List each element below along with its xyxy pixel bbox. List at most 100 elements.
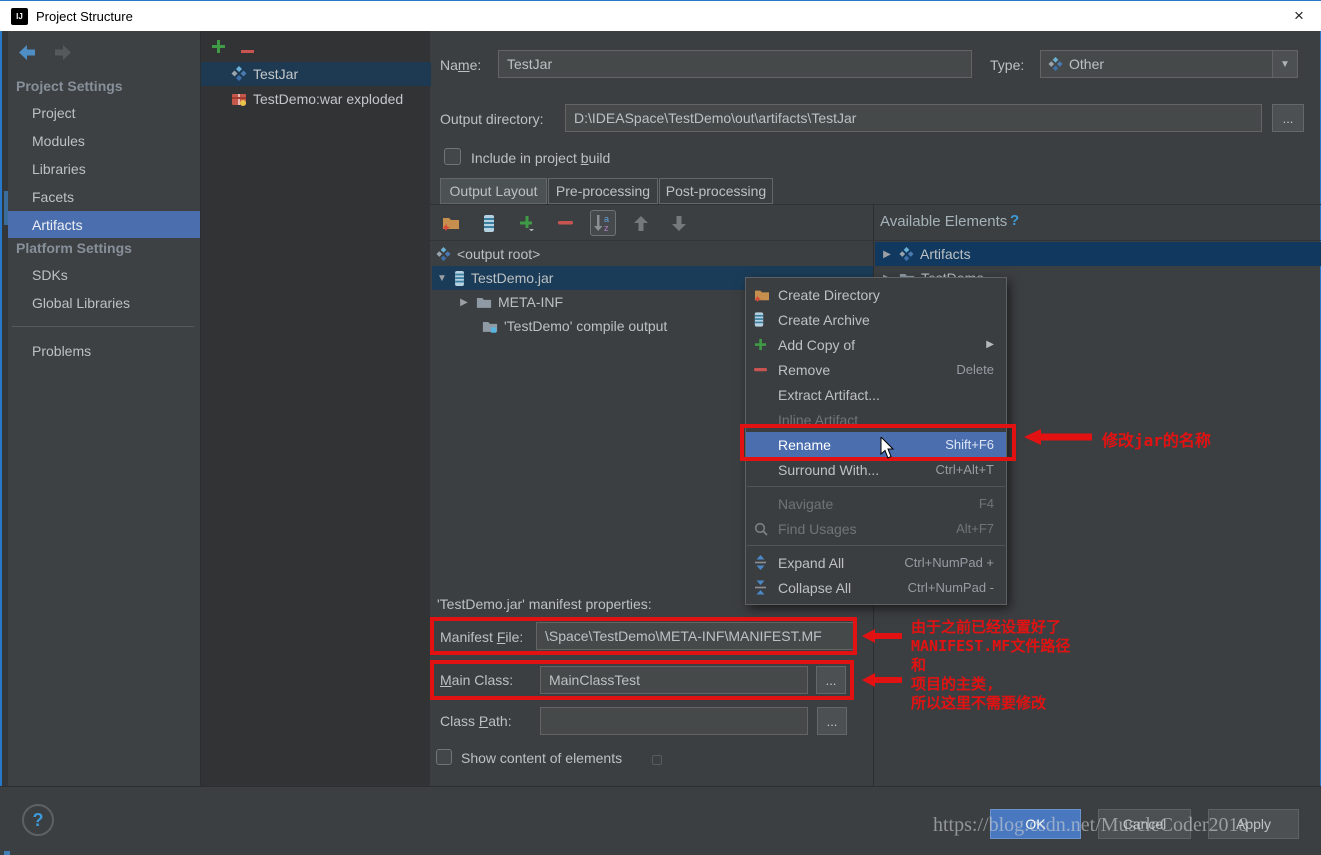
main-class-label: Main Class: [440, 672, 513, 688]
menu-separator [747, 486, 1005, 487]
forward-arrow-icon [50, 41, 74, 63]
rename-annotation-text: 修改jar的名称 [1102, 427, 1211, 451]
tab-post-processing[interactable]: Post-processing [659, 178, 773, 204]
remove-icon[interactable] [552, 210, 578, 236]
artifacts-list-panel: TestJar TestDemo:war exploded [200, 31, 430, 786]
manifest-file-input[interactable]: \Space\TestDemo\META-INF\MANIFEST.MF [536, 622, 854, 650]
menu-item-navigate: Navigate F4 [746, 491, 1006, 516]
sidebar-item-problems[interactable]: Problems [8, 337, 200, 364]
section-header-platform-settings: Platform Settings [16, 240, 132, 256]
type-select[interactable]: Other ▼ [1040, 50, 1298, 78]
tab-output-layout[interactable]: Output Layout [440, 178, 547, 204]
artifact-list-item-testjar[interactable]: TestJar [201, 62, 431, 86]
name-input[interactable]: TestJar [498, 50, 972, 78]
menu-item-inline-artifact: Inline Artifact [746, 407, 1006, 432]
ok-button[interactable]: OK [990, 809, 1081, 839]
menu-item-collapse-all[interactable]: Collapse All Ctrl+NumPad - [746, 575, 1006, 600]
add-icon[interactable] [514, 210, 540, 236]
artifact-icon [436, 247, 451, 262]
sidebar-item-sdks[interactable]: SDKs [8, 261, 200, 288]
title-bar: IJ Project Structure × [0, 0, 1321, 31]
compile-output-folder-icon [482, 320, 498, 333]
chevron-expanded-icon[interactable]: ▼ [436, 273, 448, 284]
main-class-browse-button[interactable]: ... [816, 666, 846, 694]
help-icon[interactable]: ? [1010, 212, 1019, 229]
available-row-artifacts[interactable]: ▶ Artifacts [875, 242, 1321, 266]
manifest-file-label: Manifest File: [440, 629, 523, 645]
submenu-arrow-icon: ▶ [986, 339, 994, 350]
menu-item-add-copy-of[interactable]: Add Copy of ▶ [746, 332, 1006, 357]
menu-item-extract-artifact[interactable]: Extract Artifact... [746, 382, 1006, 407]
tree-row-output-root[interactable]: <output root> [432, 242, 873, 266]
dialog-footer: ? OK Cancel Apply [0, 786, 1321, 851]
menu-item-remove[interactable]: Remove Delete [746, 357, 1006, 382]
sidebar-item-facets[interactable]: Facets [8, 183, 200, 210]
show-content-checkbox[interactable] [436, 749, 452, 765]
cancel-button[interactable]: Cancel [1098, 809, 1191, 839]
help-button[interactable]: ? [22, 804, 54, 836]
artifact-icon [1048, 57, 1063, 72]
create-archive-icon[interactable] [476, 210, 502, 236]
search-icon [754, 522, 778, 536]
expand-all-icon [754, 555, 778, 570]
background-window-strip [0, 31, 8, 851]
create-directory-icon[interactable] [438, 210, 464, 236]
svg-text:z: z [604, 223, 609, 232]
show-content-label: Show content of elements [461, 750, 622, 766]
back-arrow-icon[interactable] [16, 41, 40, 63]
manifest-annotation-arrow [862, 628, 902, 649]
add-icon [754, 338, 778, 351]
apply-button[interactable]: Apply [1208, 809, 1299, 839]
artifact-list-item-testdemo-war[interactable]: TestDemo:war exploded [201, 87, 431, 111]
collapse-all-icon [754, 580, 778, 595]
class-path-input[interactable] [540, 707, 808, 735]
menu-item-expand-all[interactable]: Expand All Ctrl+NumPad + [746, 550, 1006, 575]
sidebar-divider [12, 326, 194, 327]
include-in-project-build-label: Include in project build [471, 150, 610, 166]
move-down-icon [666, 210, 692, 236]
main-class-input[interactable]: MainClassTest [540, 666, 808, 694]
chevron-collapsed-icon[interactable]: ▶ [881, 249, 893, 260]
panel-border [430, 204, 1321, 205]
name-label: Name: [440, 57, 481, 73]
create-archive-icon [754, 312, 778, 327]
output-directory-input[interactable]: D:\IDEASpace\TestDemo\out\artifacts\Test… [565, 104, 1262, 132]
window-title: Project Structure [36, 9, 133, 24]
context-menu: Create Directory Create Archive Add Copy… [745, 277, 1007, 605]
menu-item-create-archive[interactable]: Create Archive [746, 307, 1006, 332]
jar-icon [454, 271, 465, 286]
main-class-annotation-arrow [862, 672, 902, 693]
move-up-icon [628, 210, 654, 236]
folder-icon [476, 296, 492, 309]
sidebar-item-modules[interactable]: Modules [8, 127, 200, 154]
menu-separator [747, 545, 1005, 546]
tab-pre-processing[interactable]: Pre-processing [548, 178, 658, 204]
available-elements-header: Available Elements [880, 213, 1007, 230]
sort-alphabetically-icon[interactable]: a z [590, 210, 616, 236]
chevron-down-icon: ▼ [1272, 51, 1297, 77]
chevron-collapsed-icon[interactable]: ▶ [458, 297, 470, 308]
add-artifact-icon[interactable] [211, 39, 226, 59]
output-directory-browse-button[interactable]: ... [1272, 104, 1304, 132]
close-icon[interactable]: × [1285, 3, 1313, 29]
artifact-icon [231, 66, 247, 82]
sidebar-item-global-libraries[interactable]: Global Libraries [8, 289, 200, 316]
output-directory-label: Output directory: [440, 111, 544, 127]
manifest-annotation-text: 由于之前已经设置好了 MANIFEST.MF文件路径 和 项目的主类, 所以这里… [911, 618, 1070, 713]
menu-item-create-directory[interactable]: Create Directory [746, 282, 1006, 307]
remove-artifact-icon[interactable] [240, 42, 255, 60]
section-header-project-settings: Project Settings [16, 78, 123, 94]
exploded-war-icon [231, 91, 247, 107]
sidebar-item-project[interactable]: Project [8, 99, 200, 126]
intellij-logo-icon: IJ [11, 8, 28, 25]
rename-annotation-arrow [1024, 428, 1092, 451]
sidebar-item-libraries[interactable]: Libraries [8, 155, 200, 182]
manifest-properties-title: 'TestDemo.jar' manifest properties: [437, 596, 652, 612]
menu-item-surround-with[interactable]: Surround With... Ctrl+Alt+T [746, 457, 1006, 482]
class-path-browse-button[interactable]: ... [817, 707, 847, 735]
sidebar-item-artifacts[interactable]: Artifacts [8, 211, 200, 238]
include-in-project-build-checkbox[interactable] [444, 148, 461, 165]
remove-icon [754, 368, 778, 372]
menu-item-rename[interactable]: Rename Shift+F6 [746, 432, 1006, 457]
layout-toolbar: a z [438, 206, 692, 240]
